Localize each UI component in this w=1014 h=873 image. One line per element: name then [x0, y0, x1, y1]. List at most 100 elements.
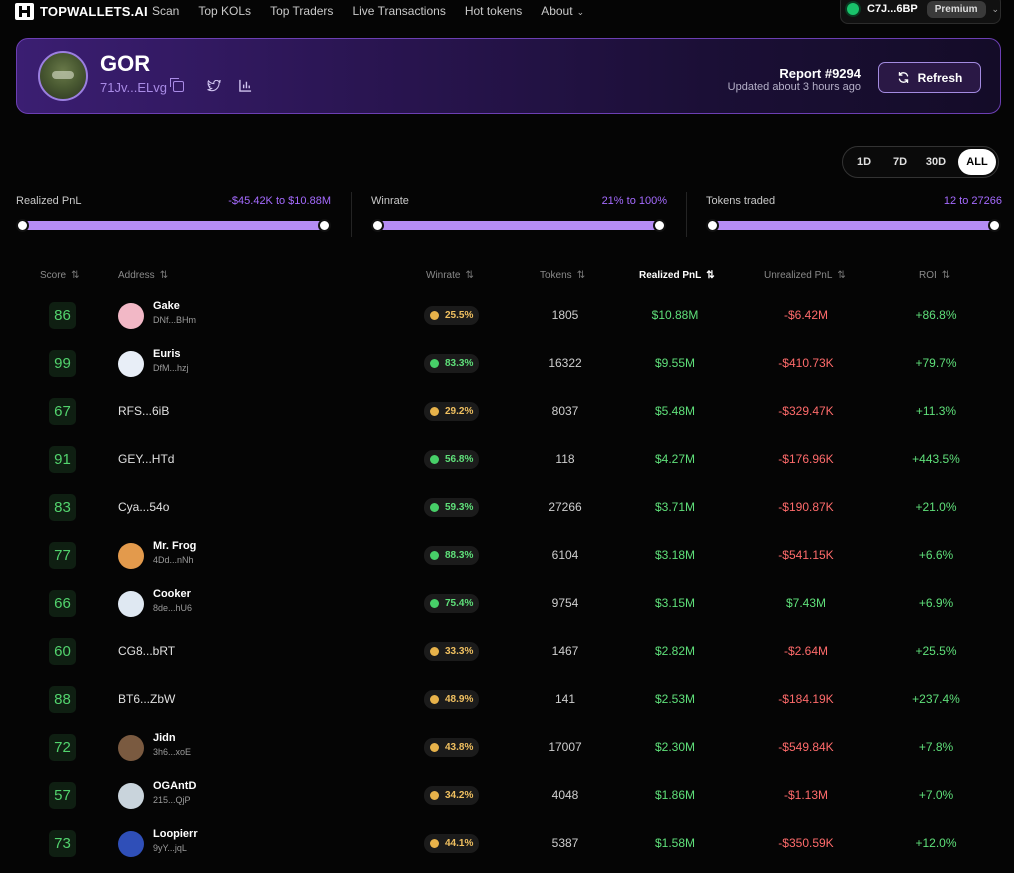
slider-max-handle[interactable] — [318, 219, 331, 232]
range-30d[interactable]: 30D — [918, 156, 954, 168]
slider-track[interactable] — [20, 221, 330, 230]
tokens-count: 27266 — [548, 500, 582, 514]
trader-address[interactable]: CG8...bRT — [118, 644, 175, 658]
avatar — [118, 351, 144, 377]
table-row[interactable]: 72 Jidn 3h6...xoE 43.8% 17007 $2.30M -$549.84K… — [0, 725, 1014, 773]
trader-address[interactable]: 215...QjP — [153, 795, 191, 805]
unrealized-pnl: -$184.19K — [778, 692, 834, 706]
time-range-toggle: 1D 7D 30D ALL — [842, 146, 999, 178]
realized-pnl: $5.48M — [654, 404, 696, 418]
logo[interactable]: TOPWALLETS.AI — [15, 3, 148, 20]
slider-min-handle[interactable] — [16, 219, 29, 232]
winrate-badge: 29.2% — [424, 402, 480, 421]
slider-min-handle[interactable] — [706, 219, 719, 232]
nav-link-about[interactable]: About ⌄ — [541, 4, 584, 18]
range-1d[interactable]: 1D — [846, 156, 882, 168]
roi-value: +25.5% — [915, 644, 957, 658]
table-row[interactable]: 99 Euris DfM...hzj 83.3% 16322 $9.55M -$410.73… — [0, 341, 1014, 389]
premium-badge: Premium — [926, 0, 986, 18]
trader-name[interactable]: Cooker — [153, 588, 191, 600]
column-header-realized-pnl[interactable]: Realized PnL ⇅ — [639, 270, 715, 281]
chart-icon[interactable] — [239, 79, 252, 92]
twitter-icon[interactable] — [207, 80, 221, 92]
top-nav: TOPWALLETS.AI Scan Top KOLs Top Traders … — [0, 0, 1014, 24]
table-row[interactable]: 83 Cya...54o 59.3% 27266 $3.71M -$190.87K +21.… — [0, 485, 1014, 533]
token-avatar — [38, 51, 88, 101]
winrate-value: 43.8% — [445, 742, 474, 753]
tokens-count: 17007 — [548, 740, 582, 754]
slider-max-handle[interactable] — [988, 219, 1001, 232]
winrate-badge: 83.3% — [424, 354, 480, 373]
trader-address[interactable]: GEY...HTd — [118, 452, 174, 466]
score-badge: 86 — [49, 302, 76, 329]
trader-address[interactable]: BT6...ZbW — [118, 692, 175, 706]
trader-address[interactable]: DfM...hzj — [153, 363, 189, 373]
trader-address[interactable]: RFS...6iB — [118, 404, 169, 418]
table-row[interactable]: 86 Gake DNf...BHm 25.5% 1805 $10.88M -$6.42M +8… — [0, 293, 1014, 341]
unrealized-pnl: -$329.47K — [778, 404, 834, 418]
nav-link-hot-tokens[interactable]: Hot tokens — [465, 4, 522, 18]
slider-track[interactable] — [375, 221, 659, 230]
slider-min-handle[interactable] — [371, 219, 384, 232]
token-address: 71Jv...ELvg — [100, 80, 167, 95]
table-row[interactable]: 91 GEY...HTd 56.8% 118 $4.27M -$176.96K +443.5… — [0, 437, 1014, 485]
column-header-score[interactable]: Score ⇅ — [40, 270, 80, 281]
avatar — [118, 591, 144, 617]
column-header-roi[interactable]: ROI ⇅ — [919, 270, 950, 281]
table-row[interactable]: 77 Mr. Frog 4Dd...nNh 88.3% 6104 $3.18M -$541.… — [0, 533, 1014, 581]
tokens-count: 8037 — [551, 404, 579, 418]
winrate-badge: 48.9% — [424, 690, 480, 709]
winrate-badge: 25.5% — [424, 306, 480, 325]
range-7d[interactable]: 7D — [882, 156, 918, 168]
table-row[interactable]: 88 BT6...ZbW 48.9% 141 $2.53M -$184.19K +237.4… — [0, 677, 1014, 725]
copy-icon[interactable] — [170, 78, 184, 92]
sort-icon: ⇅ — [71, 270, 80, 281]
trader-address[interactable]: 9yY...jqL — [153, 843, 187, 853]
realized-pnl: $10.88M — [651, 308, 699, 322]
avatar — [118, 303, 144, 329]
trader-name[interactable]: Mr. Frog — [153, 540, 196, 552]
winrate-dot-icon — [430, 839, 439, 848]
trader-name[interactable]: Euris — [153, 348, 181, 360]
table-row[interactable]: 60 CG8...bRT 33.3% 1467 $2.82M -$2.64M +25.5% — [0, 629, 1014, 677]
unrealized-pnl: $7.43M — [785, 596, 827, 610]
score-badge: 66 — [49, 590, 76, 617]
column-header-unrealized-pnl[interactable]: Unrealized PnL ⇅ — [764, 270, 846, 281]
trader-name[interactable]: OGAntD — [153, 780, 196, 792]
score-badge: 57 — [49, 782, 76, 809]
nav-link-scan[interactable]: Scan — [152, 4, 179, 18]
column-header-tokens[interactable]: Tokens ⇅ — [540, 270, 585, 281]
updated-timestamp: Updated about 3 hours ago — [727, 81, 861, 93]
trader-name[interactable]: Loopierr — [153, 828, 198, 840]
slider-max-handle[interactable] — [653, 219, 666, 232]
refresh-button[interactable]: Refresh — [878, 62, 981, 93]
trader-address[interactable]: 8de...hU6 — [153, 603, 192, 613]
logo-icon — [15, 3, 34, 20]
trader-address[interactable]: Cya...54o — [118, 500, 169, 514]
table-row[interactable]: 67 RFS...6iB 29.2% 8037 $5.48M -$329.47K +11.3… — [0, 389, 1014, 437]
tokens-count: 1805 — [551, 308, 579, 322]
column-header-winrate[interactable]: Winrate ⇅ — [426, 270, 474, 281]
column-header-address[interactable]: Address ⇅ — [118, 270, 168, 281]
refresh-label: Refresh — [917, 70, 963, 85]
table-row[interactable]: 66 Cooker 8de...hU6 75.4% 9754 $3.15M $7.43M +6… — [0, 581, 1014, 629]
trader-address[interactable]: DNf...BHm — [153, 315, 196, 325]
nav-link-live-transactions[interactable]: Live Transactions — [352, 4, 445, 18]
nav-link-top-kols[interactable]: Top KOLs — [198, 4, 251, 18]
sort-icon: ⇅ — [941, 270, 951, 281]
roi-value: +86.8% — [915, 308, 957, 322]
table-row[interactable]: 57 OGAntD 215...QjP 34.2% 4048 $1.86M -$1.13M +… — [0, 773, 1014, 821]
trader-address[interactable]: 4Dd...nNh — [153, 555, 194, 565]
trader-name[interactable]: Jidn — [153, 732, 176, 744]
score-badge: 99 — [49, 350, 76, 377]
wallet-address: C7J...6BP — [867, 3, 918, 15]
range-all[interactable]: ALL — [958, 149, 996, 175]
trader-name[interactable]: Gake — [153, 300, 180, 312]
nav-link-top-traders[interactable]: Top Traders — [270, 4, 333, 18]
slider-track[interactable] — [710, 221, 994, 230]
table-row[interactable]: 73 Loopierr 9yY...jqL 44.1% 5387 $1.58M -$350.… — [0, 821, 1014, 869]
roi-value: +12.0% — [915, 836, 957, 850]
unrealized-pnl: -$350.59K — [778, 836, 834, 850]
trader-address[interactable]: 3h6...xoE — [153, 747, 191, 757]
wallet-menu[interactable]: C7J...6BP Premium ⌄ — [840, 0, 1001, 24]
